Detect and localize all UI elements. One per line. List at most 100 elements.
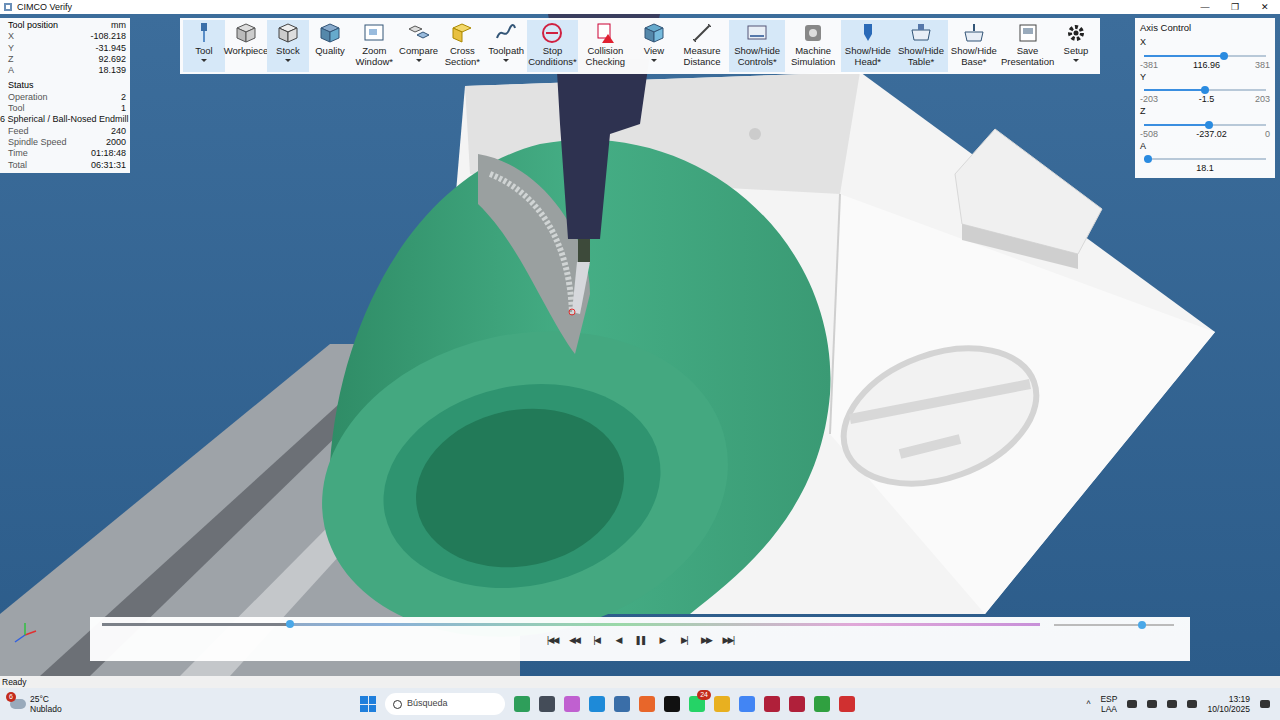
title-bar: CIMCO Verify—❐✕ <box>0 0 1280 14</box>
speed-thumb[interactable] <box>1138 621 1146 629</box>
toolbar-button[interactable]: Setup <box>1055 20 1097 72</box>
taskbar-app-icon[interactable] <box>514 696 530 712</box>
toolbar-button[interactable]: Machine Simulation <box>785 20 841 72</box>
dropdown-caret-icon[interactable] <box>651 59 657 62</box>
playback-button[interactable]: ▶▶| <box>720 633 736 647</box>
toolbar-button[interactable]: Measure Distance <box>675 20 729 72</box>
toolbar-button[interactable]: Quality <box>309 20 351 72</box>
toolbar-button[interactable]: Zoom Window* <box>351 20 398 72</box>
speed-track[interactable] <box>1054 624 1174 626</box>
axis-slider-thumb[interactable] <box>1220 52 1228 60</box>
taskbar-app-icon[interactable] <box>814 696 830 712</box>
toolbar-button[interactable]: View <box>633 20 675 72</box>
toolbar-button[interactable]: Workpiece <box>225 20 267 72</box>
progress-track[interactable] <box>102 623 1040 626</box>
toolbar-button[interactable]: Save Presentation <box>1000 20 1055 72</box>
toolbar-button-label: Toolpath <box>488 46 524 57</box>
playback-button[interactable]: |◀ <box>588 633 604 647</box>
toolbar-button-label: Show/Hide Controls* <box>732 46 782 67</box>
axis-control-panel: Axis ControlX-381116.96381Y-203-1.5203Z-… <box>1135 18 1275 178</box>
dropdown-caret-icon[interactable] <box>503 59 509 62</box>
taskbar-app-icon[interactable] <box>639 696 655 712</box>
taskbar-app-icon[interactable] <box>614 696 630 712</box>
playback-button[interactable]: ◀◀ <box>566 633 582 647</box>
toolbar-button[interactable]: Show/Hide Base* <box>948 20 1001 72</box>
search-placeholder[interactable]: Búsqueda <box>407 697 448 711</box>
toolbar-button[interactable]: Show/Hide Head* <box>841 20 894 72</box>
toolbar-button-label: Workpiece <box>224 46 269 57</box>
toolbar-button[interactable]: Collision Checking <box>578 20 633 72</box>
machine-scene[interactable] <box>0 14 1280 676</box>
start-button-icon[interactable] <box>360 696 376 712</box>
playback-button[interactable]: ◀ <box>610 633 626 647</box>
wifi-icon[interactable] <box>1147 700 1157 708</box>
toolbar-button-icon <box>277 22 299 44</box>
notification-bell-icon[interactable] <box>1260 700 1270 708</box>
microphone-icon[interactable] <box>1127 700 1137 708</box>
axis-label: Z <box>1140 105 1270 119</box>
axis-slider-thumb[interactable] <box>1144 155 1152 163</box>
start-logo-square <box>360 696 368 704</box>
clock-time: 13:19 <box>1207 694 1250 704</box>
toolbar-button[interactable]: Toolpath <box>485 20 527 72</box>
axis-value[interactable]: -1.5 <box>1199 94 1215 105</box>
taskbar-app-icon[interactable] <box>789 696 805 712</box>
playback-button[interactable]: |◀◀ <box>544 633 560 647</box>
weather-widget[interactable]: 625°CNublado <box>0 694 300 714</box>
axis-value[interactable]: 18.1 <box>1196 163 1214 174</box>
axis-slider-track[interactable] <box>1144 89 1266 91</box>
taskbar-app-icon[interactable] <box>764 696 780 712</box>
axis-label: A <box>8 65 14 76</box>
dropdown-caret-icon[interactable] <box>285 59 291 62</box>
taskbar-app-icon[interactable] <box>564 696 580 712</box>
taskbar-app-icon[interactable] <box>714 696 730 712</box>
axis-slider-track[interactable] <box>1144 124 1266 126</box>
toolbar-button[interactable]: Cross Section* <box>440 20 486 72</box>
toolbar-button-label: Tool <box>195 46 212 57</box>
search-box[interactable]: Búsqueda <box>385 693 505 715</box>
dropdown-caret-icon[interactable] <box>201 59 207 62</box>
input-language[interactable]: ESPLAA <box>1100 694 1117 714</box>
window-control-button[interactable]: ❐ <box>1220 0 1250 14</box>
axis-max: 0 <box>1265 129 1270 140</box>
playback-button[interactable]: ▶ <box>654 633 670 647</box>
toolbar-button[interactable]: Show/Hide Controls* <box>729 20 785 72</box>
toolbar-button[interactable]: Stop Conditions* <box>527 20 578 72</box>
axis-value[interactable]: 116.96 <box>1193 60 1220 71</box>
axis-max: 381 <box>1255 60 1270 71</box>
tray-chevron[interactable]: ^ <box>1086 699 1090 709</box>
axis-value[interactable]: -237.02 <box>1196 129 1227 140</box>
axis-slider-track[interactable] <box>1144 158 1266 160</box>
window-control-button[interactable]: — <box>1190 0 1220 14</box>
status-value: 2 <box>121 92 126 103</box>
taskbar-app-icon[interactable] <box>839 696 855 712</box>
window-control-button[interactable]: ✕ <box>1250 0 1280 14</box>
taskbar-app-icon[interactable] <box>664 696 680 712</box>
battery-icon[interactable] <box>1187 700 1197 708</box>
taskbar-app-icon[interactable] <box>739 696 755 712</box>
axis-slider-track[interactable] <box>1144 55 1266 57</box>
dropdown-caret-icon[interactable] <box>1073 59 1079 62</box>
dropdown-caret-icon[interactable] <box>416 59 422 62</box>
taskbar-app-icon[interactable]: 24 <box>689 696 705 712</box>
toolbar-button[interactable]: Show/Hide Table* <box>894 20 947 72</box>
volume-icon[interactable] <box>1167 700 1177 708</box>
progress-thumb[interactable] <box>286 620 294 628</box>
toolbar-button[interactable]: Stock <box>267 20 309 72</box>
axis-slider-fill <box>1144 55 1224 57</box>
toolbar-button-label: Zoom Window* <box>354 46 395 67</box>
taskbar-app-icon[interactable] <box>589 696 605 712</box>
playback-button[interactable]: ▶| <box>676 633 692 647</box>
toolbar-button[interactable]: Compare <box>398 20 440 72</box>
toolbar-button[interactable]: Tool <box>183 20 225 72</box>
taskbar-app-icon[interactable] <box>539 696 555 712</box>
search-icon <box>393 700 402 709</box>
axis-slider-thumb[interactable] <box>1201 86 1209 94</box>
playback-button[interactable]: ▶▶ <box>698 633 714 647</box>
taskbar-apps: Búsqueda 24 <box>360 693 855 715</box>
axis-label: Y <box>8 43 14 54</box>
playback-button[interactable]: ❚❚ <box>632 633 648 647</box>
viewport[interactable]: Tool positionmmX-108.218Y-31.945Z92.692A… <box>0 14 1280 676</box>
clock[interactable]: 13:1910/10/2025 <box>1207 694 1250 714</box>
axis-slider-thumb[interactable] <box>1205 121 1213 129</box>
